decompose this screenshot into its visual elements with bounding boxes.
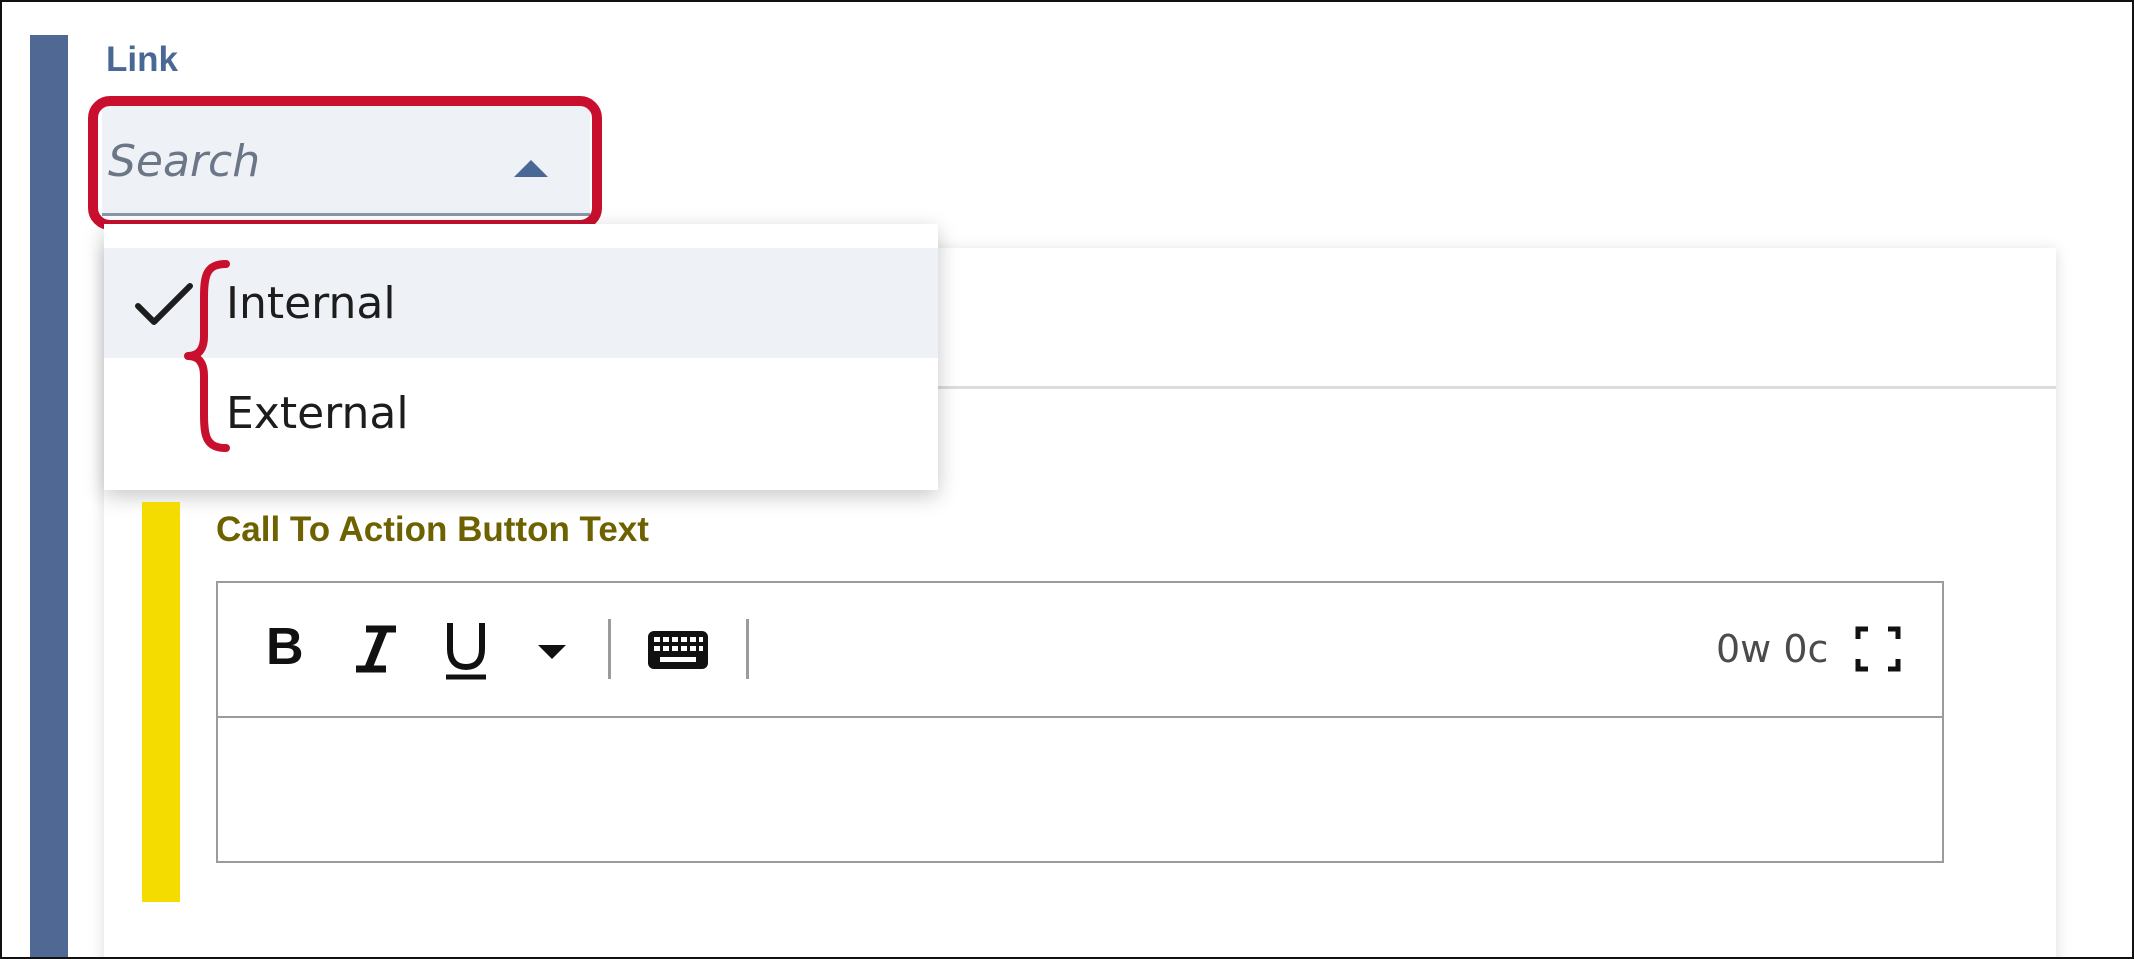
caret-down-icon xyxy=(538,645,566,659)
more-formatting-dropdown[interactable] xyxy=(530,617,574,681)
underline-button[interactable] xyxy=(440,617,492,681)
bold-button[interactable]: B xyxy=(266,617,314,681)
screenshot-frame: Link Internal External Call To Action Bu… xyxy=(0,0,2134,959)
link-type-select[interactable] xyxy=(102,102,590,216)
dropdown-option-internal[interactable]: Internal xyxy=(104,248,938,358)
keyboard-icon xyxy=(648,631,708,669)
checkmark-icon xyxy=(135,283,193,325)
dropdown-option-label: External xyxy=(226,388,409,439)
dropdown-option-external[interactable]: External xyxy=(104,358,938,468)
chevron-up-icon[interactable] xyxy=(514,160,548,177)
editor-toolbar: B 0w 0c xyxy=(218,583,1942,718)
fullscreen-icon xyxy=(1855,626,1901,672)
editor-text-area[interactable] xyxy=(218,718,1942,863)
required-field-bar xyxy=(142,502,180,902)
dropdown-option-label: Internal xyxy=(226,278,396,329)
underline-icon xyxy=(446,623,486,680)
link-type-dropdown-menu: Internal External xyxy=(104,224,938,490)
keyboard-button[interactable] xyxy=(646,617,710,681)
word-character-counter: 0w 0c xyxy=(1716,627,1829,671)
section-indicator-bar xyxy=(30,35,68,957)
italic-icon xyxy=(356,625,396,673)
fullscreen-button[interactable] xyxy=(1854,617,1902,681)
toolbar-separator xyxy=(608,619,611,679)
link-field-label: Link xyxy=(106,40,178,79)
search-input[interactable] xyxy=(106,132,490,190)
rich-text-editor: B 0w 0c xyxy=(216,581,1944,863)
italic-button[interactable] xyxy=(352,617,400,681)
toolbar-separator xyxy=(746,619,749,679)
cta-field-label: Call To Action Button Text xyxy=(216,510,649,549)
